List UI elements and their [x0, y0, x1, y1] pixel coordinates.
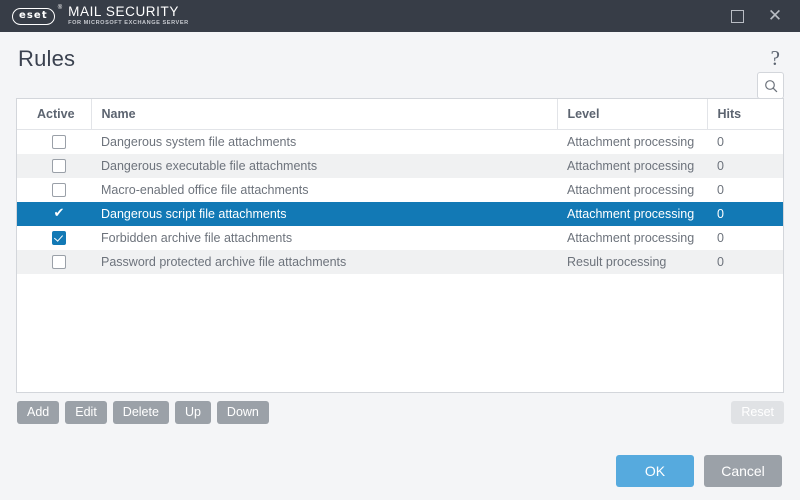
checkbox-checked-icon[interactable]: ✔ [54, 207, 65, 221]
table-row[interactable]: Password protected archive file attachme… [17, 250, 783, 274]
table-row[interactable]: Forbidden archive file attachmentsAttach… [17, 226, 783, 250]
cell-rule-name: Dangerous executable file attachments [91, 154, 557, 178]
add-button[interactable]: Add [17, 401, 59, 424]
column-header-name[interactable]: Name [91, 99, 557, 130]
rules-table: Active Name Level Hits Dangerous system … [17, 99, 783, 274]
title-bar: eset ® MAIL SECURITY FOR MICROSOFT EXCHA… [0, 0, 800, 32]
window-controls: ✕ [718, 0, 800, 32]
app-branding: eset ® MAIL SECURITY FOR MICROSOFT EXCHA… [0, 0, 189, 32]
close-icon: ✕ [768, 8, 782, 25]
eset-logo: eset [12, 8, 55, 25]
cell-rule-hits: 0 [707, 154, 783, 178]
cell-rule-hits: 0 [707, 226, 783, 250]
checkbox-unchecked[interactable] [52, 159, 66, 173]
product-subtitle: FOR MICROSOFT EXCHANGE SERVER [68, 21, 189, 27]
table-row[interactable]: Macro-enabled office file attachmentsAtt… [17, 178, 783, 202]
cell-active [17, 154, 91, 178]
table-row[interactable]: Dangerous executable file attachmentsAtt… [17, 154, 783, 178]
maximize-icon [731, 10, 744, 23]
cell-active [17, 226, 91, 250]
checkbox-checked[interactable] [52, 231, 66, 245]
rules-table-container: Active Name Level Hits Dangerous system … [16, 98, 784, 393]
dialog-footer: OK Cancel [0, 442, 800, 500]
cell-rule-level: Attachment processing [557, 178, 707, 202]
close-button[interactable]: ✕ [756, 0, 794, 32]
checkbox-unchecked[interactable] [52, 183, 66, 197]
cell-active: ✔ [17, 202, 91, 226]
table-header-row: Active Name Level Hits [17, 99, 783, 130]
cell-rule-level: Attachment processing [557, 202, 707, 226]
reset-button[interactable]: Reset [731, 401, 784, 424]
table-row[interactable]: Dangerous system file attachmentsAttachm… [17, 130, 783, 155]
cell-rule-level: Attachment processing [557, 226, 707, 250]
table-row[interactable]: ✔ Dangerous script file attachmentsAttach… [17, 202, 783, 226]
page-title: Rules [18, 46, 75, 72]
column-header-level[interactable]: Level [557, 99, 707, 130]
search-toolbar [757, 72, 784, 99]
cell-rule-name: Dangerous script file attachments [91, 202, 557, 226]
cell-rule-hits: 0 [707, 202, 783, 226]
column-header-hits[interactable]: Hits [707, 99, 783, 130]
move-up-button[interactable]: Up [175, 401, 211, 424]
column-header-active[interactable]: Active [17, 99, 91, 130]
cell-rule-hits: 0 [707, 130, 783, 155]
page-header: Rules ? [0, 32, 800, 72]
cell-rule-name: Macro-enabled office file attachments [91, 178, 557, 202]
cancel-button[interactable]: Cancel [704, 455, 782, 487]
checkbox-unchecked[interactable] [52, 135, 66, 149]
ok-button[interactable]: OK [616, 455, 694, 487]
cell-rule-hits: 0 [707, 250, 783, 274]
reset-button-container: Reset [731, 401, 784, 424]
table-header: Active Name Level Hits [17, 99, 783, 130]
table-body: Dangerous system file attachmentsAttachm… [17, 130, 783, 275]
search-button[interactable] [757, 72, 784, 99]
cell-rule-name: Forbidden archive file attachments [91, 226, 557, 250]
cell-rule-name: Dangerous system file attachments [91, 130, 557, 155]
cell-active [17, 130, 91, 155]
edit-button[interactable]: Edit [65, 401, 107, 424]
cell-rule-name: Password protected archive file attachme… [91, 250, 557, 274]
cell-active [17, 250, 91, 274]
cell-rule-hits: 0 [707, 178, 783, 202]
cell-active [17, 178, 91, 202]
rule-actions-toolbar: Add Edit Delete Up Down [17, 401, 269, 424]
move-down-button[interactable]: Down [217, 401, 269, 424]
product-name-block: MAIL SECURITY FOR MICROSOFT EXCHANGE SER… [68, 5, 189, 26]
checkbox-unchecked[interactable] [52, 255, 66, 269]
cell-rule-level: Attachment processing [557, 154, 707, 178]
cell-rule-level: Attachment processing [557, 130, 707, 155]
eset-logo-text: eset [19, 11, 48, 21]
maximize-button[interactable] [718, 0, 756, 32]
search-icon [764, 79, 778, 93]
delete-button[interactable]: Delete [113, 401, 169, 424]
trademark-symbol: ® [58, 5, 62, 11]
help-icon[interactable]: ? [771, 46, 780, 69]
cell-rule-level: Result processing [557, 250, 707, 274]
product-name: MAIL SECURITY [68, 5, 189, 19]
